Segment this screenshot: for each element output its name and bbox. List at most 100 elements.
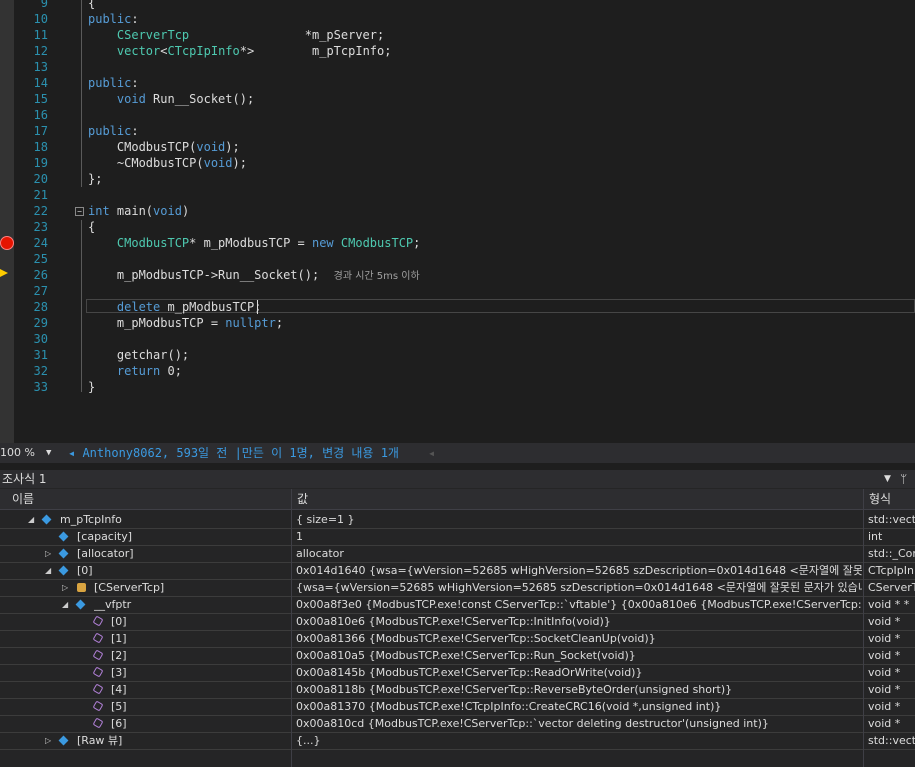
code-line[interactable]: 9{: [0, 0, 915, 11]
watch-row[interactable]: ◢ __vfptr 0x00a8f3e0 {ModbusTCP.exe!const …: [0, 596, 915, 614]
code-line[interactable]: 26 m_pModbusTCP->Run__Socket(); 경과 시간 5m…: [0, 267, 915, 283]
watch-value[interactable]: 0x00a81370 {ModbusTCP.exe!CTcpIpInfo::Cr…: [296, 698, 862, 715]
code-line[interactable]: 14 public:: [0, 75, 915, 91]
base-class-icon: [77, 583, 86, 592]
code-editor[interactable]: 9{10 public: 11 CServerTcp *m_pServer; 12 v…: [0, 0, 915, 443]
watch-value[interactable]: {wsa={wVersion=52685 wHighVersion=52685 …: [296, 579, 862, 596]
code-line[interactable]: 15 void Run__Socket();: [0, 91, 915, 107]
collapse-arrow-icon[interactable]: ◢: [62, 596, 68, 613]
watch-name[interactable]: m_pTcpInfo: [60, 511, 291, 528]
watch-name[interactable]: [3]: [111, 664, 291, 681]
watch-name[interactable]: [Raw 뷰]: [77, 732, 291, 749]
watch-value[interactable]: 0x00a810e6 {ModbusTCP.exe!CServerTcp::In…: [296, 613, 862, 630]
code-line[interactable]: 27: [0, 283, 915, 299]
watch-name[interactable]: [allocator]: [77, 545, 291, 562]
watch-value[interactable]: allocator: [296, 545, 862, 562]
chevron-down-icon[interactable]: ▼: [46, 443, 51, 463]
watch-row[interactable]: ◢ m_pTcpInfo { size=1 } std::vect: [0, 511, 915, 529]
code-line[interactable]: 24 CModbusTCP* m_pModbusTCP = new CModbu…: [0, 235, 915, 251]
code-line[interactable]: 20};: [0, 171, 915, 187]
watch-name[interactable]: [2]: [111, 647, 291, 664]
watch-row[interactable]: [4] 0x00a8118b {ModbusTCP.exe!CServerTcp:…: [0, 681, 915, 699]
code-line[interactable]: 25: [0, 251, 915, 267]
zoom-level[interactable]: 100 %: [0, 443, 35, 463]
code-token: CModbusTCP: [340, 236, 414, 250]
scroll-left-icon[interactable]: ◂: [428, 443, 435, 463]
window-menu-icon[interactable]: ▼: [884, 470, 891, 488]
watch-value[interactable]: 0x00a810cd {ModbusTCP.exe!CServerTcp::`v…: [296, 715, 862, 732]
code-line[interactable]: 33}: [0, 379, 915, 395]
expand-arrow-icon[interactable]: ▷: [45, 732, 51, 749]
watch-row[interactable]: ▷ [Raw 뷰] {...} std::vect: [0, 732, 915, 750]
watch-row[interactable]: [6] 0x00a810cd {ModbusTCP.exe!CServerTcp:…: [0, 715, 915, 733]
watch-name[interactable]: [1]: [111, 630, 291, 647]
watch-row[interactable]: ▷ [allocator] allocator std::_Cor: [0, 545, 915, 563]
code-line[interactable]: 12 vector<CTcpIpInfo*> m_pTcpInfo;: [0, 43, 915, 59]
code-line[interactable]: 31 getchar();: [0, 347, 915, 363]
column-divider[interactable]: [291, 489, 292, 767]
watch-name[interactable]: [capacity]: [77, 528, 291, 545]
elapsed-time-hint: 경과 시간 5ms 이하: [333, 271, 420, 282]
watch-value[interactable]: 0x00a810a5 {ModbusTCP.exe!CServerTcp::Ru…: [296, 647, 862, 664]
watch-name[interactable]: [6]: [111, 715, 291, 732]
expand-arrow-icon[interactable]: ▷: [62, 579, 68, 596]
virtual-function-icon: [92, 700, 104, 712]
watch-type: void *: [868, 649, 901, 662]
collapse-arrow-icon[interactable]: ◢: [45, 562, 51, 579]
column-divider[interactable]: [863, 489, 864, 767]
code-token: main(: [109, 204, 154, 218]
code-line[interactable]: 19 ~CModbusTCP(void);: [0, 155, 915, 171]
watch-row[interactable]: [capacity] 1 int: [0, 528, 915, 546]
line-number: 17: [33, 124, 48, 138]
watch-value[interactable]: {...}: [296, 732, 862, 749]
code-line[interactable]: 32 return 0;: [0, 363, 915, 379]
collapse-icon[interactable]: −: [75, 207, 84, 216]
watch-name[interactable]: [0]: [77, 562, 291, 579]
breakpoint-icon[interactable]: [0, 236, 14, 250]
line-number: 28: [33, 300, 48, 314]
column-value-header[interactable]: 값: [297, 489, 308, 509]
watch-name[interactable]: [0]: [111, 613, 291, 630]
code-line[interactable]: 13: [0, 59, 915, 75]
watch-row[interactable]: ◢ [0] 0x014d1640 {wsa={wVersion=52685 wHig…: [0, 562, 915, 580]
watch-name[interactable]: [CServerTcp]: [94, 579, 291, 596]
watch-value[interactable]: 0x00a8145b {ModbusTCP.exe!CServerTcp::Re…: [296, 664, 862, 681]
watch-name[interactable]: __vfptr: [94, 596, 291, 613]
watch-value[interactable]: { size=1 }: [296, 511, 862, 528]
code-line[interactable]: 22 int main(void): [0, 203, 915, 219]
code-token: CModbusTCP(: [88, 140, 197, 154]
watch-value[interactable]: 0x00a8f3e0 {ModbusTCP.exe!const CServerT…: [296, 596, 862, 613]
code-line[interactable]: 10 public:: [0, 11, 915, 27]
watch-value[interactable]: 0x00a81366 {ModbusTCP.exe!CServerTcp::So…: [296, 630, 862, 647]
column-name-header[interactable]: 이름: [12, 489, 34, 509]
expand-arrow-icon[interactable]: ▷: [45, 545, 51, 562]
watch-row[interactable]: [2] 0x00a810a5 {ModbusTCP.exe!CServerTcp:…: [0, 647, 915, 665]
codelens-text[interactable]: Anthony8062, 593일 전 |만든 이 1명, 변경 내용 1개: [82, 446, 399, 460]
code-line[interactable]: 18 CModbusTCP(void);: [0, 139, 915, 155]
watch-row[interactable]: [0] 0x00a810e6 {ModbusTCP.exe!CServerTcp:…: [0, 613, 915, 631]
code-line[interactable]: 30: [0, 331, 915, 347]
code-line[interactable]: 28 delete m_pModbusTCP;: [0, 299, 915, 315]
watch-row[interactable]: [5] 0x00a81370 {ModbusTCP.exe!CTcpIpInfo:…: [0, 698, 915, 716]
code-line[interactable]: 17 public:: [0, 123, 915, 139]
watch-row[interactable]: [1] 0x00a81366 {ModbusTCP.exe!CServerTcp:…: [0, 630, 915, 648]
watch-name[interactable]: [5]: [111, 698, 291, 715]
watch-row[interactable]: [3] 0x00a8145b {ModbusTCP.exe!CServerTcp:…: [0, 664, 915, 682]
watch-name[interactable]: [4]: [111, 681, 291, 698]
watch-value[interactable]: 0x00a8118b {ModbusTCP.exe!CServerTcp::Re…: [296, 681, 862, 698]
code-line[interactable]: 11 CServerTcp *m_pServer;: [0, 27, 915, 43]
codelens-info[interactable]: ◂ Anthony8062, 593일 전 |만든 이 1명, 변경 내용 1개: [68, 443, 399, 463]
watch-row[interactable]: ▷ [CServerTcp] {wsa={wVersion=52685 wHighV…: [0, 579, 915, 597]
watch-value[interactable]: 1: [296, 528, 862, 545]
watch-value[interactable]: 0x014d1640 {wsa={wVersion=52685 wHighVer…: [296, 562, 862, 579]
virtual-function-icon: [92, 717, 104, 729]
code-line[interactable]: 16: [0, 107, 915, 123]
watch-type: void *: [868, 717, 901, 730]
pin-icon[interactable]: ᛘ: [900, 470, 907, 488]
code-line[interactable]: 23 {: [0, 219, 915, 235]
code-line[interactable]: 21: [0, 187, 915, 203]
column-type-header[interactable]: 형식: [869, 489, 891, 509]
collapse-arrow-icon[interactable]: ◢: [28, 511, 34, 528]
code-line[interactable]: 29 m_pModbusTCP = nullptr;: [0, 315, 915, 331]
